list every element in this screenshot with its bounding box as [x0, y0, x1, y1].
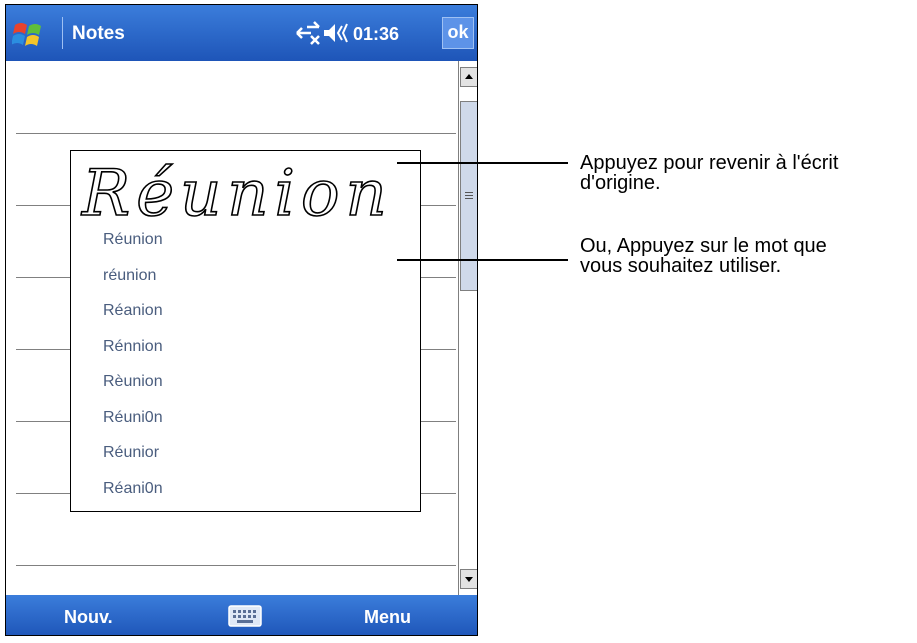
callout-candidates-line2: vous souhaitez utiliser.	[580, 255, 782, 277]
candidate-item[interactable]: Rénnion	[103, 338, 163, 374]
candidate-item[interactable]: Réunion	[103, 231, 163, 267]
callout-text-ink: Appuyez pour revenir à l'écrit d'origine…	[580, 153, 838, 193]
bottom-menu-bar: Nouv. Menu	[6, 595, 477, 635]
thumb-grip	[465, 192, 473, 193]
vertical-scrollbar[interactable]	[458, 61, 477, 595]
ok-button[interactable]: ok	[442, 17, 474, 49]
ruled-line	[16, 133, 456, 134]
candidate-item[interactable]: Réani0n	[103, 480, 163, 516]
callout-line-candidates	[397, 259, 568, 261]
scroll-down-button[interactable]	[460, 569, 477, 589]
candidate-item[interactable]: Réanion	[103, 302, 163, 338]
callout-ink-line2: d'origine.	[580, 172, 661, 194]
ruled-line	[16, 565, 456, 566]
connectivity-icon[interactable]	[293, 19, 323, 47]
recognition-suggestion-popup: Réunion Réunion réunion Réanion Rénnion …	[70, 150, 421, 512]
candidate-list: Réunion réunion Réanion Rénnion Rèunion …	[103, 231, 163, 515]
menu-softkey[interactable]: Menu	[364, 607, 411, 628]
app-title: Notes	[72, 23, 125, 44]
scroll-up-button[interactable]	[460, 67, 477, 87]
title-bar: Notes 01:36 ok	[6, 5, 477, 61]
callout-ink-line1: Appuyez pour revenir à l'écrit	[580, 152, 839, 174]
title-separator	[62, 17, 63, 49]
new-softkey[interactable]: Nouv.	[64, 607, 113, 628]
volume-icon[interactable]	[322, 20, 350, 46]
candidate-item[interactable]: réunion	[103, 267, 163, 303]
device-screen: Notes 01:36 ok Réunion Réunion réunion R…	[5, 4, 478, 636]
candidate-item[interactable]: Rèunion	[103, 373, 163, 409]
scroll-thumb[interactable]	[460, 101, 477, 291]
candidate-item[interactable]: Réuni0n	[103, 409, 163, 445]
keyboard-icon[interactable]	[228, 605, 262, 627]
callout-text-candidates: Ou, Appuyez sur le mot que vous souhaite…	[580, 236, 827, 276]
callout-candidates-line1: Ou, Appuyez sur le mot que	[580, 235, 827, 257]
windows-flag-icon[interactable]	[12, 17, 46, 51]
candidate-item[interactable]: Réunior	[103, 444, 163, 480]
handwritten-word: Réunion	[81, 157, 393, 228]
callout-line-ink	[397, 162, 568, 164]
clock[interactable]: 01:36	[353, 24, 399, 45]
handwriting-ink[interactable]: Réunion	[76, 153, 416, 228]
